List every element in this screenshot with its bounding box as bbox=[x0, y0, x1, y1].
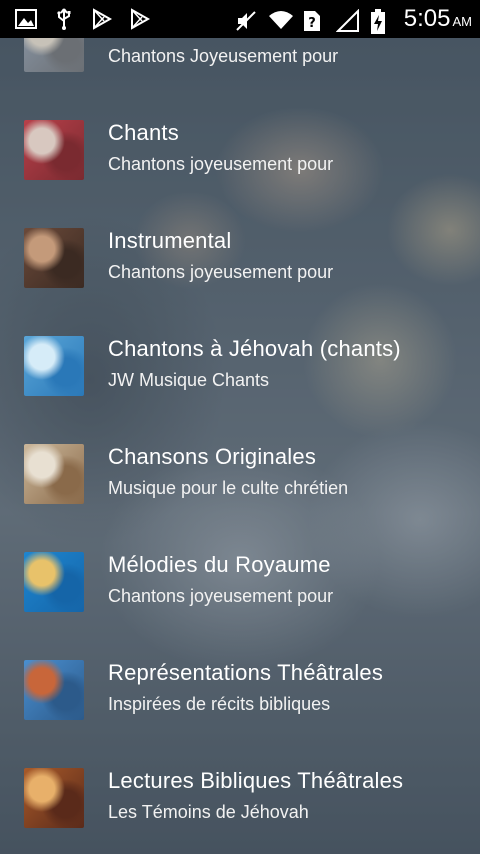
list-item[interactable]: Lectures Bibliques Théâtrales Les Témoins… bbox=[0, 764, 480, 854]
list-item-title: Chants bbox=[108, 120, 179, 145]
list-item-subtitle: Musique pour le culte chrétien bbox=[108, 478, 349, 498]
list-item-thumbnail bbox=[24, 336, 84, 396]
list-item-title: Instrumental bbox=[108, 228, 232, 253]
list-item-title: Lectures Bibliques Théâtrales bbox=[108, 768, 404, 793]
list-item-subtitle: Chantons joyeusement pour bbox=[108, 586, 334, 606]
list-item-subtitle: Chantons joyeusement pour bbox=[108, 154, 334, 174]
play-store-icon bbox=[128, 7, 152, 31]
list-item-subtitle: Inspirées de récits bibliques bbox=[108, 694, 331, 714]
list-item-title: Mélodies du Royaume bbox=[108, 552, 331, 577]
list-item-thumbnail bbox=[24, 38, 84, 72]
list-item[interactable]: RéunionsChantons Joyeusement pour bbox=[0, 38, 480, 116]
list-item[interactable]: Chansons Originales Musique pour le culte… bbox=[0, 440, 480, 548]
list-item-subtitle: JW Musique Chants bbox=[108, 370, 270, 390]
gallery-icon bbox=[14, 7, 38, 31]
status-bar: ? 5:05 AM bbox=[0, 0, 480, 38]
category-list[interactable]: RéunionsChantons Joyeusement pourChantsC… bbox=[0, 38, 480, 854]
battery-charging-icon bbox=[370, 8, 394, 34]
list-item[interactable]: Instrumental Chantons joyeusement pour bbox=[0, 224, 480, 332]
svg-text:?: ? bbox=[308, 16, 316, 31]
list-item-subtitle: Chantons joyeusement pour bbox=[108, 262, 334, 282]
list-item-subtitle: Les Témoins de Jéhovah bbox=[108, 802, 309, 822]
list-item-thumbnail bbox=[24, 768, 84, 828]
list-item[interactable]: Représentations Théâtrales Inspirées de r… bbox=[0, 656, 480, 764]
list-item-thumbnail bbox=[24, 552, 84, 612]
mute-icon bbox=[234, 9, 258, 33]
list-item-thumbnail bbox=[24, 120, 84, 180]
signal-icon bbox=[335, 8, 360, 33]
list-item-thumbnail bbox=[24, 660, 84, 720]
list-item-title: Représentations Théâtrales bbox=[108, 660, 384, 685]
list-item-title: Chantons à Jéhovah (chants) bbox=[108, 336, 401, 361]
list-item[interactable]: Chantons à Jéhovah (chants) JW Musique Ch… bbox=[0, 332, 480, 440]
list-item-thumbnail bbox=[24, 444, 84, 504]
wifi-icon bbox=[268, 9, 293, 33]
list-item[interactable]: Mélodies du Royaume Chantons joyeusement … bbox=[0, 548, 480, 656]
list-item-title: Chansons Originales bbox=[108, 444, 317, 469]
list-item-thumbnail bbox=[24, 228, 84, 288]
usb-icon bbox=[52, 7, 76, 31]
play-store-icon bbox=[90, 7, 114, 31]
list-item[interactable]: Chants Chantons joyeusement pour bbox=[0, 116, 480, 224]
clock: 5:05 AM bbox=[403, 5, 472, 32]
sim-unknown-icon: ? bbox=[302, 9, 326, 33]
list-item-subtitle: Chantons Joyeusement pour bbox=[108, 46, 339, 66]
